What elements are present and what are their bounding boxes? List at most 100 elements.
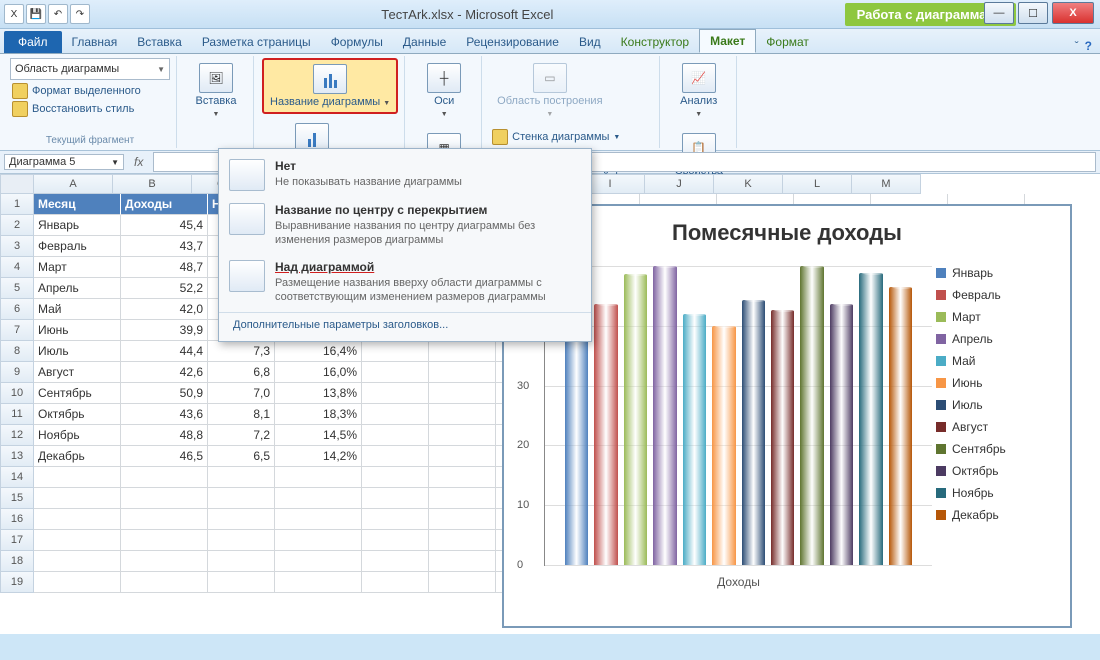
cell[interactable] bbox=[34, 509, 121, 530]
cell[interactable]: Февраль bbox=[34, 236, 121, 257]
cell[interactable] bbox=[362, 404, 429, 425]
chart-wall-button[interactable]: Стенка диаграммы ▼ bbox=[490, 128, 653, 146]
cell[interactable]: 43,6 bbox=[121, 404, 208, 425]
cell[interactable] bbox=[429, 341, 496, 362]
legend-item[interactable]: Март bbox=[936, 310, 1056, 324]
cell[interactable] bbox=[208, 551, 275, 572]
cell[interactable] bbox=[208, 467, 275, 488]
cell[interactable]: Месяц bbox=[34, 194, 121, 215]
row-header[interactable]: 12 bbox=[0, 425, 34, 446]
legend-item[interactable]: Август bbox=[936, 420, 1056, 434]
analysis-button[interactable]: 📈Анализ▼ bbox=[668, 58, 730, 124]
cell[interactable] bbox=[34, 551, 121, 572]
cell[interactable]: 42,6 bbox=[121, 362, 208, 383]
cell[interactable]: Декабрь bbox=[34, 446, 121, 467]
tab-Вставка[interactable]: Вставка bbox=[127, 31, 192, 53]
row-header[interactable]: 1 bbox=[0, 194, 34, 215]
minimize-button[interactable]: — bbox=[984, 2, 1014, 24]
cell[interactable]: Июнь bbox=[34, 320, 121, 341]
tab-Вид[interactable]: Вид bbox=[569, 31, 611, 53]
legend-item[interactable]: Ноябрь bbox=[936, 486, 1056, 500]
plot-area-button[interactable]: ▭Область построения▼ bbox=[490, 58, 609, 124]
chart-title-button[interactable]: Название диаграммы ▼ bbox=[262, 58, 398, 114]
bar[interactable] bbox=[742, 300, 765, 566]
tab-Формат[interactable]: Формат bbox=[756, 31, 819, 53]
cell[interactable] bbox=[429, 572, 496, 593]
column-header[interactable]: M bbox=[852, 174, 921, 194]
bar[interactable] bbox=[712, 326, 735, 565]
bar[interactable] bbox=[859, 273, 882, 565]
cell[interactable]: 14,2% bbox=[275, 446, 362, 467]
cell[interactable] bbox=[34, 572, 121, 593]
cell[interactable] bbox=[362, 467, 429, 488]
cell[interactable] bbox=[34, 488, 121, 509]
tab-Данные[interactable]: Данные bbox=[393, 31, 456, 53]
tab-Формулы[interactable]: Формулы bbox=[321, 31, 393, 53]
cell[interactable] bbox=[429, 383, 496, 404]
legend-item[interactable]: Сентябрь bbox=[936, 442, 1056, 456]
cell[interactable] bbox=[121, 509, 208, 530]
cell[interactable]: 13,8% bbox=[275, 383, 362, 404]
cell[interactable]: 7,0 bbox=[208, 383, 275, 404]
cell[interactable] bbox=[208, 509, 275, 530]
cell[interactable] bbox=[362, 446, 429, 467]
bar[interactable] bbox=[830, 304, 853, 565]
legend-item[interactable]: Февраль bbox=[936, 288, 1056, 302]
cell[interactable]: Март bbox=[34, 257, 121, 278]
cell[interactable] bbox=[362, 341, 429, 362]
legend-item[interactable]: Май bbox=[936, 354, 1056, 368]
close-button[interactable]: X bbox=[1052, 2, 1094, 24]
cell[interactable]: 7,3 bbox=[208, 341, 275, 362]
cell[interactable]: 16,4% bbox=[275, 341, 362, 362]
cell[interactable] bbox=[429, 446, 496, 467]
tab-file[interactable]: Файл bbox=[4, 31, 62, 53]
cell[interactable]: Сентябрь bbox=[34, 383, 121, 404]
cell[interactable] bbox=[362, 383, 429, 404]
legend-item[interactable]: Апрель bbox=[936, 332, 1056, 346]
chart-legend[interactable]: ЯнварьФевральМартАпрельМайИюньИюльАвгуст… bbox=[932, 256, 1060, 596]
cell[interactable] bbox=[429, 488, 496, 509]
bar[interactable] bbox=[594, 304, 617, 565]
cell[interactable]: 46,5 bbox=[121, 446, 208, 467]
column-header[interactable]: A bbox=[34, 174, 113, 194]
cell[interactable]: 52,2 bbox=[121, 278, 208, 299]
cell[interactable] bbox=[275, 572, 362, 593]
cell[interactable] bbox=[429, 362, 496, 383]
row-header[interactable]: 10 bbox=[0, 383, 34, 404]
cell[interactable]: 45,4 bbox=[121, 215, 208, 236]
cell[interactable]: Доходы bbox=[121, 194, 208, 215]
plot-area[interactable]: Доходы 01020304050 bbox=[544, 266, 932, 566]
row-header[interactable]: 14 bbox=[0, 467, 34, 488]
row-header[interactable]: 4 bbox=[0, 257, 34, 278]
tab-Главная[interactable]: Главная bbox=[62, 31, 128, 53]
cell[interactable] bbox=[275, 467, 362, 488]
cell[interactable]: 50,9 bbox=[121, 383, 208, 404]
insert-button[interactable]: 🖼Вставка▼ bbox=[185, 58, 247, 124]
legend-item[interactable]: Июль bbox=[936, 398, 1056, 412]
cell[interactable]: 42,0 bbox=[121, 299, 208, 320]
row-header[interactable]: 6 bbox=[0, 299, 34, 320]
bar[interactable] bbox=[624, 274, 647, 565]
reset-style-button[interactable]: Восстановить стиль bbox=[10, 100, 170, 118]
dropdown-option-none[interactable]: НетНе показывать название диаграммы bbox=[219, 153, 591, 197]
cell[interactable] bbox=[362, 530, 429, 551]
select-all-corner[interactable] bbox=[0, 174, 34, 194]
cell[interactable]: Октябрь bbox=[34, 404, 121, 425]
redo-icon[interactable]: ↷ bbox=[70, 4, 90, 24]
bar[interactable] bbox=[683, 314, 706, 565]
tab-Макет[interactable]: Макет bbox=[699, 29, 756, 53]
cell[interactable]: Апрель bbox=[34, 278, 121, 299]
dropdown-option-above-chart[interactable]: Над диаграммойРазмещение названия вверху… bbox=[219, 254, 591, 311]
cell[interactable]: 48,8 bbox=[121, 425, 208, 446]
cell[interactable]: 6,8 bbox=[208, 362, 275, 383]
row-header[interactable]: 15 bbox=[0, 488, 34, 509]
chart-element-selector[interactable]: Область диаграммы▼ bbox=[10, 58, 170, 80]
cell[interactable]: Ноябрь bbox=[34, 425, 121, 446]
cell[interactable] bbox=[362, 362, 429, 383]
cell[interactable]: 7,2 bbox=[208, 425, 275, 446]
column-header[interactable]: K bbox=[714, 174, 783, 194]
cell[interactable] bbox=[208, 530, 275, 551]
cell[interactable]: 14,5% bbox=[275, 425, 362, 446]
column-header[interactable]: B bbox=[113, 174, 192, 194]
cell[interactable] bbox=[429, 425, 496, 446]
